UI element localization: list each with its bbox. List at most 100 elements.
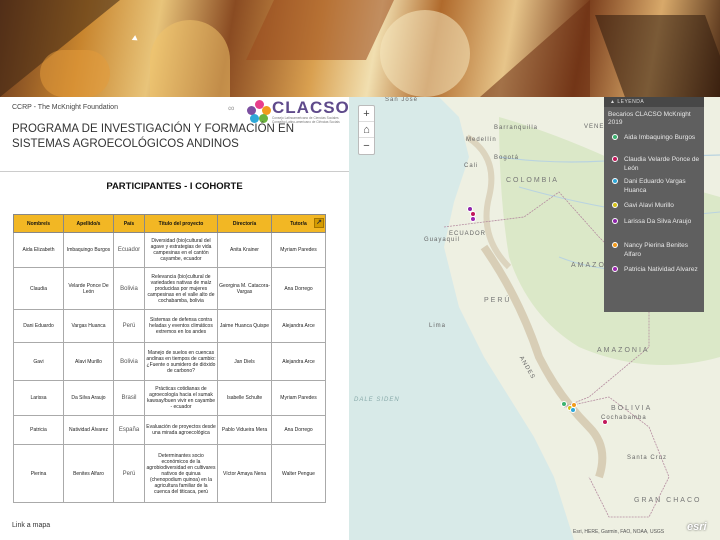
map-pin[interactable] <box>602 419 608 425</box>
cell-project: Relevancia (bio)cultural de variedades n… <box>144 267 218 310</box>
map-label-lima: Lima <box>429 323 447 329</box>
cell-project: Evaluación de proyectos desde una mirada… <box>144 415 218 445</box>
table-row: Pierina Benites Alfaro Perú Determinante… <box>13 444 326 503</box>
header-artwork-banner <box>0 0 720 97</box>
map-link[interactable]: Link a mapa <box>12 522 50 529</box>
table-row: Larissa Da Silva Araujo Brasil Prácticas… <box>13 380 326 416</box>
esri-logo: esri <box>687 521 707 533</box>
cell-surname: Vargas Huanca <box>63 309 114 343</box>
legend-dot <box>612 242 618 248</box>
cell-name: Claudia <box>13 267 64 310</box>
legend-dot <box>612 202 618 208</box>
cell-name: Patricia <box>13 415 64 445</box>
cell-director: Jaime Huanca Quispe <box>217 309 272 343</box>
map-pin[interactable] <box>561 401 567 407</box>
cell-country: Bolivia <box>113 267 145 310</box>
cell-surname: Da Silva Araujo <box>63 380 114 416</box>
table-row: Claudia Velarde Ponce De León Bolivia Re… <box>13 267 326 310</box>
cell-director: Víctor Amaya Nena <box>217 444 272 503</box>
cell-name: Aida Elizabeth <box>13 232 64 268</box>
map-label-guayaquil: Guayaquil <box>424 237 461 243</box>
map-label-amazonia: AMAZONIA <box>597 347 650 354</box>
legend-dot <box>612 156 618 162</box>
table-row: Aida Elizabeth Imbaquingo Burgos Ecuador… <box>13 232 326 268</box>
map-label-cali: Cali <box>464 163 479 169</box>
cell-director: Jan Diels <box>217 342 272 381</box>
cell-director: Anita Krainer <box>217 232 272 268</box>
home-icon[interactable]: ⌂ <box>359 122 374 138</box>
org-label: CCRP - The McKnight Foundation <box>12 104 118 111</box>
cell-country: Perú <box>113 444 145 503</box>
map-legend: ▲ LEYENDA Becarios CLACSO McKnight 2019 … <box>604 97 704 312</box>
divider <box>0 171 349 172</box>
cell-surname: Velarde Ponce De León <box>63 267 114 310</box>
cell-country: Ecuador <box>113 232 145 268</box>
cell-project: Determinantes socio económicos de la agr… <box>144 444 218 503</box>
logo-name: CLACSO <box>272 98 350 117</box>
map-pin[interactable] <box>470 216 476 222</box>
legend-header[interactable]: ▲ LEYENDA <box>604 97 704 107</box>
cell-country: Brasil <box>113 380 145 416</box>
participants-panel: CCRP - The McKnight Foundation ∞ CLACSO … <box>0 97 349 540</box>
cell-project: Manejo de suelos en cuencas andinas en t… <box>144 342 218 381</box>
map-view[interactable]: + ⌂ − San José Barranquilla VENE Medellí… <box>349 97 720 540</box>
map-pin[interactable] <box>570 407 576 413</box>
map-label-chaco: GRAN CHACO <box>634 497 702 504</box>
col-header: Nombre/s <box>13 214 64 233</box>
col-header: Apellido/s <box>63 214 114 233</box>
col-header: Director/a <box>217 214 272 233</box>
cell-tutor: Myriam Paredes <box>271 380 326 416</box>
cell-surname: Natividad Álvarez <box>63 415 114 445</box>
cell-surname: Imbaquingo Burgos <box>63 232 114 268</box>
table-row: Dani Eduardo Vargas Huanca Perú Sistemas… <box>13 309 326 343</box>
map-attribution: Esri, HERE, Garmin, FAO, NOAA, USGS <box>573 529 665 535</box>
cell-project: Prácticas cotidianas de agroecología hac… <box>144 380 218 416</box>
map-label-bolivia: BOLIVIA <box>611 405 653 412</box>
zoom-controls: + ⌂ − <box>358 105 375 155</box>
legend-subtitle: Becarios CLACSO McKnight 2019 <box>608 111 691 126</box>
cell-tutor: Ana Dorrego <box>271 267 326 310</box>
cell-country: Perú <box>113 309 145 343</box>
zoom-out-button[interactable]: − <box>359 138 374 154</box>
map-label-medellin: Medellín <box>466 137 497 143</box>
col-header: País <box>113 214 145 233</box>
legend-dot <box>612 218 618 224</box>
program-title: PROGRAMA DE INVESTIGACIÓN Y FORMACIÓN EN… <box>12 123 295 150</box>
cell-tutor: Myriam Paredes <box>271 232 326 268</box>
cell-name: Dani Eduardo <box>13 309 64 343</box>
table-row: Gavi Alavi Murillo Bolivia Manejo de sue… <box>13 342 326 381</box>
cell-tutor: Alejandra Arce <box>271 342 326 381</box>
map-label-santa-cruz: Santa Cruz <box>627 455 668 461</box>
legend-dot <box>612 178 618 184</box>
mouse-cursor-icon <box>131 35 140 43</box>
participants-table: Nombre/s Apellido/s País Título del proy… <box>13 214 326 503</box>
cell-name: Larissa <box>13 380 64 416</box>
cell-tutor: Walter Pengue <box>271 444 326 503</box>
participants-title: PARTICIPANTES - I COHORTE <box>106 181 243 192</box>
map-label-barranquilla: Barranquilla <box>494 125 539 131</box>
map-label-venez: VENE <box>584 124 605 130</box>
cell-name: Pierina <box>13 444 64 503</box>
cell-director: Georgina M. Catacora-Vargas <box>217 267 272 310</box>
legend-dot <box>612 134 618 140</box>
cell-director: Isabelle Schulte <box>217 380 272 416</box>
clacso-flower-icon <box>247 100 271 124</box>
map-label-dale: DALE SIDEN <box>354 397 400 403</box>
col-header: Título del proyecto <box>144 214 218 233</box>
cell-tutor: Ana Dorrego <box>271 415 326 445</box>
cell-director: Pablo Vidueira Mera <box>217 415 272 445</box>
map-label-bogota: Bogotá <box>494 155 520 161</box>
table-row: Patricia Natividad Álvarez España Evalua… <box>13 415 326 445</box>
map-label-san-jose: San José <box>385 97 419 103</box>
map-label-colombia: COLOMBIA <box>506 177 559 184</box>
legend-dot <box>612 266 618 272</box>
cell-surname: Benites Alfaro <box>63 444 114 503</box>
zoom-in-button[interactable]: + <box>359 106 374 122</box>
cell-country: España <box>113 415 145 445</box>
cell-surname: Alavi Murillo <box>63 342 114 381</box>
cell-country: Bolivia <box>113 342 145 381</box>
expand-icon[interactable]: ↗ <box>314 218 324 228</box>
col-header: Tutor/a ↗ <box>271 214 326 233</box>
share-icon[interactable]: ∞ <box>228 103 234 113</box>
cell-name: Gavi <box>13 342 64 381</box>
